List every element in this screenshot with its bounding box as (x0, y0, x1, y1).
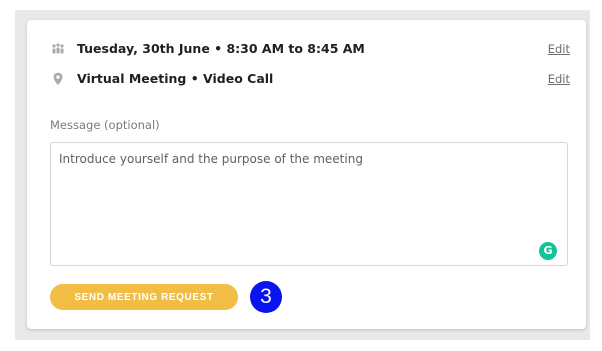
meeting-request-card: Tuesday, 30th June • 8:30 AM to 8:45 AM … (27, 20, 586, 329)
edit-datetime-link[interactable]: Edit (548, 42, 570, 56)
attendees-icon (50, 41, 66, 57)
message-textarea[interactable]: Introduce yourself and the purpose of th… (50, 142, 568, 266)
grammarly-icon[interactable]: G (539, 242, 557, 260)
message-label: Message (optional) (50, 118, 160, 132)
location-pin-icon (50, 71, 66, 87)
step-number-badge: 3 (250, 281, 282, 313)
meeting-datetime: Tuesday, 30th June • 8:30 AM to 8:45 AM (77, 41, 365, 56)
message-placeholder: Introduce yourself and the purpose of th… (59, 152, 363, 166)
location-row: Virtual Meeting • Video Call Edit (27, 69, 586, 89)
datetime-row: Tuesday, 30th June • 8:30 AM to 8:45 AM … (27, 39, 586, 59)
edit-location-link[interactable]: Edit (548, 72, 570, 86)
meeting-location: Virtual Meeting • Video Call (77, 71, 274, 86)
send-meeting-request-button[interactable]: SEND MEETING REQUEST (50, 284, 238, 310)
